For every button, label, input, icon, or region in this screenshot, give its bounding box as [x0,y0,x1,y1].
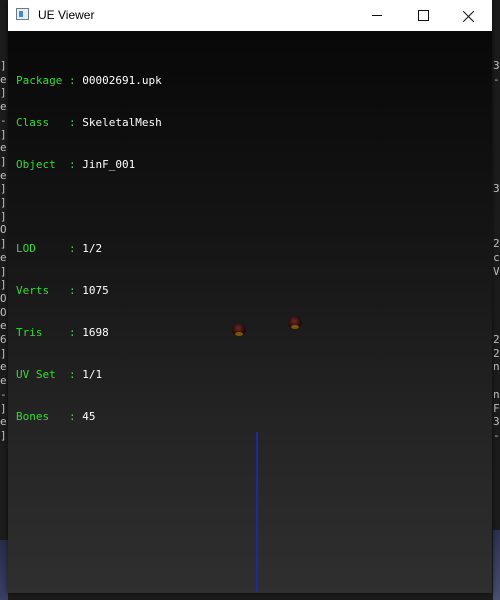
info-label: Package [16,74,63,87]
info-separator: : [68,158,76,171]
info-row-uv-set: UV Set : 1/1 [16,368,162,382]
3d-viewport[interactable]: Package : 00002691.upk Class : SkeletalM… [8,31,492,593]
info-label: Object [16,158,63,171]
minimize-icon [372,15,382,16]
info-row-tris: Tris : 1698 [16,326,162,340]
info-separator: : [68,74,76,87]
info-separator: : [68,284,76,297]
info-label: Bones [16,410,63,423]
mesh-fragment-right [288,316,302,329]
info-row-lod: LOD : 1/2 [16,242,162,256]
info-label: UV Set [16,368,63,381]
close-icon [463,10,475,22]
info-value: 1698 [82,326,109,339]
info-separator: : [68,326,76,339]
info-row-package: Package : 00002691.upk [16,74,162,88]
info-label: LOD [16,242,63,255]
info-value: 1/2 [82,242,103,255]
info-value: 45 [82,410,96,423]
app-window-icon[interactable] [16,8,29,20]
background-desktop-left [0,540,8,600]
background-console-right: 3 - 3 2 c V 2 2 n n F 3 - [493,59,500,442]
info-label: Tris [16,326,63,339]
window-title: UE Viewer [38,8,95,22]
info-separator: : [68,242,76,255]
maximize-button[interactable] [400,0,446,31]
info-value: 00002691.upk [82,74,162,87]
origin-axis-line [256,432,258,592]
info-row-class: Class : SkeletalMesh [16,116,162,130]
mesh-info-panel: Package : 00002691.upk Class : SkeletalM… [16,46,162,452]
background-console-left: ] e ] e - ] e ] e ] ] ] O ] e ] ] O O e … [0,59,7,442]
info-label: Class [16,116,63,129]
info-row-bones: Bones : 45 [16,410,162,424]
minimize-button[interactable] [354,0,400,31]
info-row-verts: Verts : 1075 [16,284,162,298]
info-separator: : [68,368,76,381]
maximize-icon [417,10,429,21]
info-label: Verts [16,284,63,297]
info-separator: : [68,410,76,423]
info-row-object: Object : JinF_001 [16,158,162,172]
close-button[interactable] [446,0,492,31]
info-value: 1/1 [82,368,103,381]
info-separator: : [68,116,76,129]
ue-viewer-window: UE Viewer Package : 00002691.upk Class :… [8,0,492,593]
mesh-fragment-left [232,323,246,336]
info-value: JinF_001 [82,158,136,171]
title-bar[interactable]: UE Viewer [8,0,492,31]
info-value: 1075 [82,284,109,297]
info-value: SkeletalMesh [82,116,162,129]
background-desktop-right [493,530,500,600]
